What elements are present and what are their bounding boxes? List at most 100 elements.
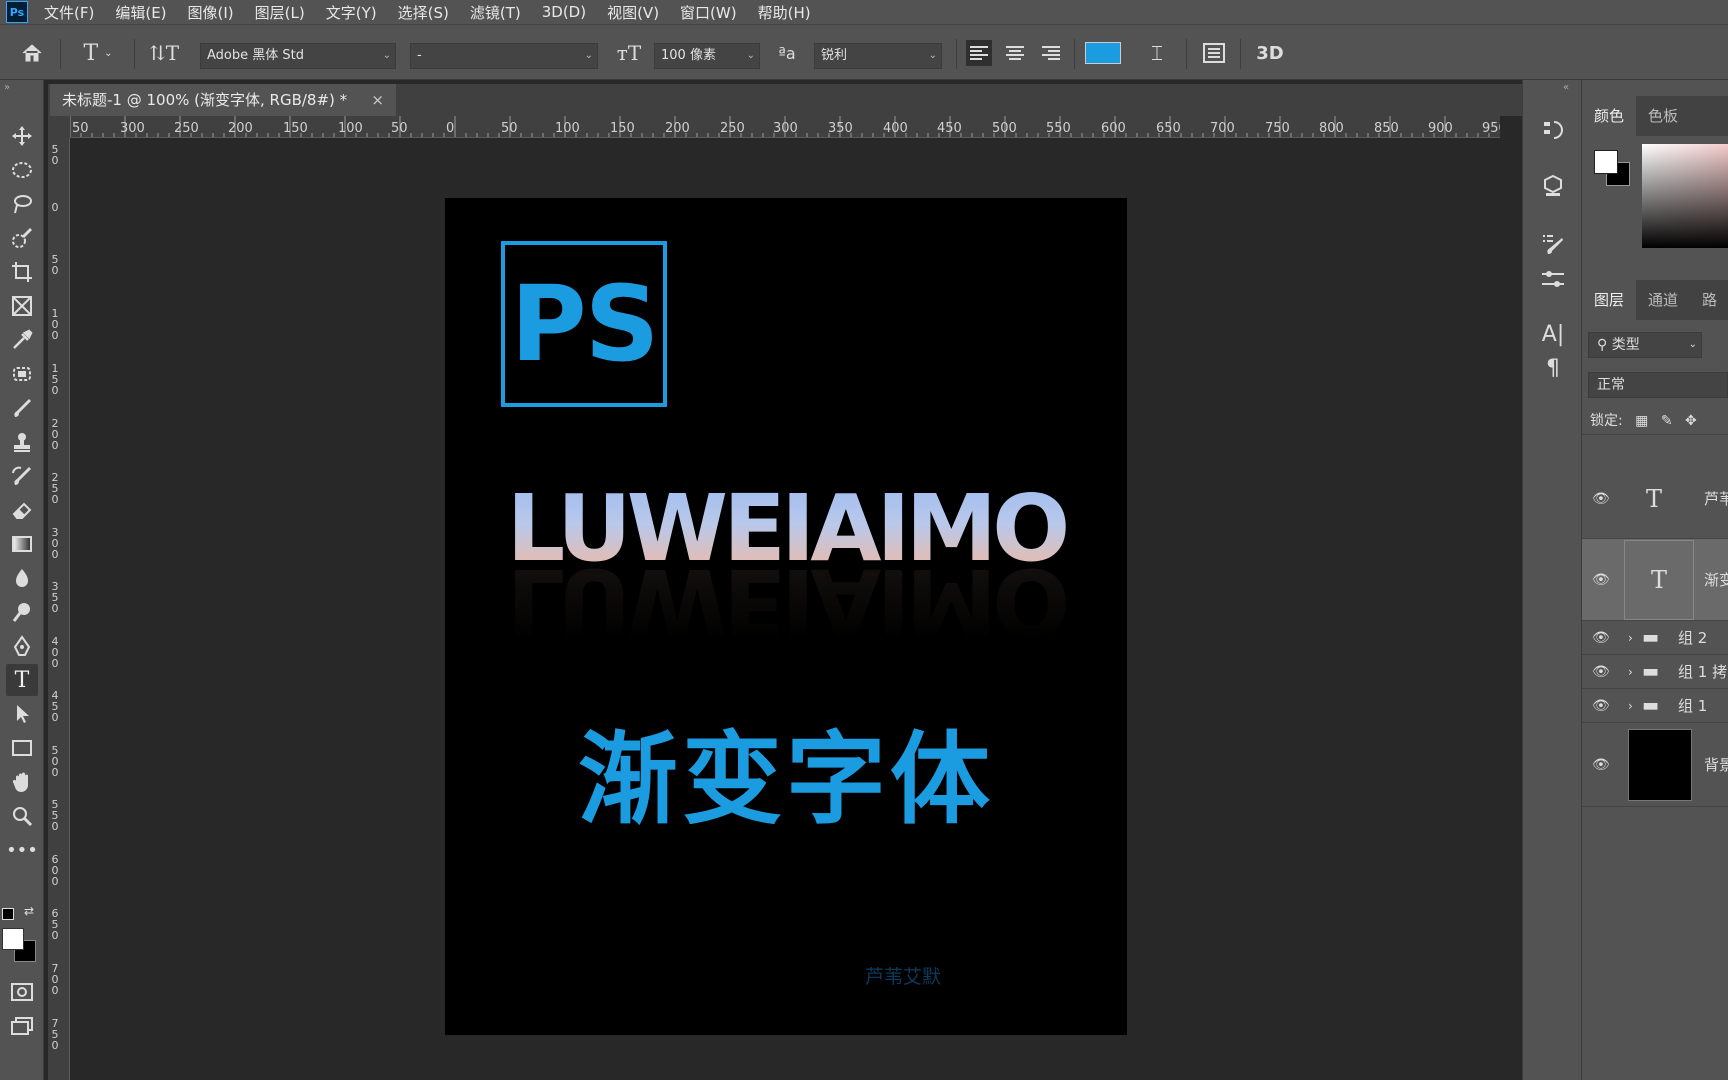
ruler-tick: 750 bbox=[1265, 121, 1290, 136]
lock-paint-icon[interactable]: ✎ bbox=[1661, 413, 1673, 429]
visibility-eye-icon[interactable]: 👁 bbox=[1592, 459, 1610, 538]
swap-colors-icon[interactable]: ⇄ bbox=[24, 904, 34, 918]
warp-text-icon[interactable]: ⌶ bbox=[1140, 25, 1174, 81]
document-canvas[interactable]: PS LUWEIAIMO LUWEIAIMO 渐变字体 芦苇艾默 bbox=[445, 198, 1127, 1035]
ruler-tick: 0 bbox=[446, 121, 455, 136]
align-right-icon[interactable] bbox=[1036, 25, 1066, 81]
menu-type[interactable]: 文字(Y) bbox=[326, 2, 377, 23]
paragraph-panel-icon[interactable]: ¶ bbox=[1537, 352, 1569, 384]
menu-3d[interactable]: 3D(D) bbox=[542, 3, 586, 21]
visibility-eye-icon[interactable]: 👁 bbox=[1592, 689, 1610, 722]
collapse-icon[interactable]: » bbox=[4, 82, 10, 93]
menu-file[interactable]: 文件(F) bbox=[44, 2, 94, 23]
layer-row[interactable]: 👁 T 渐变 bbox=[1582, 539, 1728, 621]
more-tools-icon[interactable]: ••• bbox=[6, 834, 38, 866]
tab-channels[interactable]: 通道 bbox=[1636, 280, 1690, 320]
visibility-eye-icon[interactable]: 👁 bbox=[1592, 539, 1610, 620]
menu-edit[interactable]: 编辑(E) bbox=[115, 2, 166, 23]
adjustments-panel-icon[interactable] bbox=[1537, 264, 1569, 296]
menu-image[interactable]: 图像(I) bbox=[188, 2, 234, 23]
align-left-icon[interactable] bbox=[964, 25, 994, 81]
layer-row[interactable]: 👁 背景 bbox=[1582, 723, 1728, 807]
ruler-origin[interactable] bbox=[48, 116, 70, 138]
pen-tool-icon[interactable] bbox=[6, 630, 38, 662]
marquee-tool-icon[interactable] bbox=[6, 154, 38, 186]
blur-tool-icon[interactable] bbox=[6, 562, 38, 594]
expand-group-icon[interactable]: › bbox=[1628, 689, 1633, 722]
horizontal-ruler[interactable]: 50 300 250 200 150 100 50 0 50 100 150 2… bbox=[70, 116, 1500, 138]
text-orientation-icon[interactable]: ⇅T bbox=[146, 25, 182, 81]
ruler-tick: 200 bbox=[665, 121, 690, 136]
default-colors-icon[interactable] bbox=[2, 908, 14, 920]
brush-settings-icon[interactable] bbox=[1537, 228, 1569, 260]
layer-row[interactable]: 👁 › ▬ 组 2 bbox=[1582, 621, 1728, 655]
character-panel-icon[interactable]: A| bbox=[1537, 318, 1569, 350]
spot-healing-tool-icon[interactable] bbox=[6, 358, 38, 390]
visibility-eye-icon[interactable]: 👁 bbox=[1592, 621, 1610, 654]
quick-selection-tool-icon[interactable] bbox=[6, 222, 38, 254]
home-icon[interactable] bbox=[12, 25, 52, 81]
quick-mask-icon[interactable] bbox=[6, 976, 38, 1008]
color-picker-field[interactable] bbox=[1642, 144, 1728, 248]
ruler-tick: 300 bbox=[120, 121, 145, 136]
font-family-select[interactable]: Adobe 黑体 Std ⌄ bbox=[200, 43, 396, 69]
stamp-tool-icon[interactable] bbox=[6, 426, 38, 458]
screen-mode-icon[interactable] bbox=[6, 1010, 38, 1042]
visibility-eye-icon[interactable]: 👁 bbox=[1592, 655, 1610, 688]
menu-layer[interactable]: 图层(L) bbox=[255, 2, 305, 23]
move-tool-icon[interactable] bbox=[6, 120, 38, 152]
type-tool-preset-icon[interactable]: T ⌄ bbox=[72, 25, 124, 81]
text-color-swatch[interactable] bbox=[1084, 25, 1122, 81]
foreground-color-swatch[interactable] bbox=[2, 928, 24, 950]
rectangle-tool-icon[interactable] bbox=[6, 732, 38, 764]
menu-select[interactable]: 选择(S) bbox=[398, 2, 449, 23]
close-tab-icon[interactable]: × bbox=[371, 84, 384, 116]
type-tool-icon[interactable]: T bbox=[6, 664, 38, 696]
history-panel-icon[interactable] bbox=[1537, 114, 1569, 146]
character-panel-icon[interactable] bbox=[1196, 25, 1232, 81]
lasso-tool-icon[interactable] bbox=[6, 188, 38, 220]
folder-icon: ▬ bbox=[1642, 661, 1660, 682]
menu-help[interactable]: 帮助(H) bbox=[758, 2, 811, 23]
lock-transparency-icon[interactable]: ▦ bbox=[1635, 413, 1648, 429]
tab-color[interactable]: 颜色 bbox=[1582, 96, 1637, 136]
layer-row[interactable]: 👁 › ▬ 组 1 拷 bbox=[1582, 655, 1728, 689]
panel-foreground-color[interactable] bbox=[1594, 150, 1618, 174]
3d-button[interactable]: 3D bbox=[1252, 25, 1288, 81]
frame-tool-icon[interactable] bbox=[6, 290, 38, 322]
document-tab[interactable]: 未标题-1 @ 100% (渐变字体, RGB/8#) * × bbox=[50, 84, 396, 116]
history-brush-tool-icon[interactable] bbox=[6, 460, 38, 492]
tab-paths[interactable]: 路 bbox=[1690, 280, 1728, 320]
menu-window[interactable]: 窗口(W) bbox=[680, 2, 737, 23]
hand-tool-icon[interactable] bbox=[6, 766, 38, 798]
eyedropper-tool-icon[interactable] bbox=[6, 324, 38, 356]
photoshop-logo-icon[interactable]: Ps bbox=[6, 1, 28, 23]
crop-tool-icon[interactable] bbox=[6, 256, 38, 288]
layer-filter-select[interactable]: ⚲ 类型 ⌄ bbox=[1588, 332, 1702, 358]
3d-panel-icon[interactable] bbox=[1537, 170, 1569, 202]
layer-row[interactable]: 👁 › ▬ 组 1 bbox=[1582, 689, 1728, 723]
collapse-panels-icon[interactable]: « bbox=[1563, 82, 1569, 93]
expand-group-icon[interactable]: › bbox=[1628, 621, 1633, 654]
vertical-ruler[interactable]: 5 0 0 5 0 1 0 0 1 5 0 2 0 0 2 5 0 3 0 0 … bbox=[48, 138, 70, 1080]
gradient-tool-icon[interactable] bbox=[6, 528, 38, 560]
dodge-tool-icon[interactable] bbox=[6, 596, 38, 628]
lock-position-icon[interactable]: ✥ bbox=[1685, 413, 1697, 429]
tab-swatches[interactable]: 色板 bbox=[1636, 96, 1690, 136]
eraser-tool-icon[interactable] bbox=[6, 494, 38, 526]
blend-mode-select[interactable]: 正常 bbox=[1588, 372, 1728, 398]
menu-view[interactable]: 视图(V) bbox=[607, 2, 659, 23]
font-size-select[interactable]: 100 像素 ⌄ bbox=[654, 43, 760, 69]
brush-tool-icon[interactable] bbox=[6, 392, 38, 424]
align-center-icon[interactable] bbox=[1000, 25, 1030, 81]
tab-layers[interactable]: 图层 bbox=[1582, 280, 1637, 320]
antialias-select[interactable]: 锐利 ⌄ bbox=[814, 43, 942, 69]
visibility-eye-icon[interactable]: 👁 bbox=[1592, 723, 1610, 806]
expand-group-icon[interactable]: › bbox=[1628, 655, 1633, 688]
path-selection-tool-icon[interactable] bbox=[6, 698, 38, 730]
layer-row[interactable]: 👁 T 芦苇 bbox=[1582, 459, 1728, 539]
font-style-select[interactable]: - ⌄ bbox=[410, 43, 598, 69]
zoom-tool-icon[interactable] bbox=[6, 800, 38, 832]
ruler-tick: 100 bbox=[555, 121, 580, 136]
menu-filter[interactable]: 滤镜(T) bbox=[470, 2, 521, 23]
